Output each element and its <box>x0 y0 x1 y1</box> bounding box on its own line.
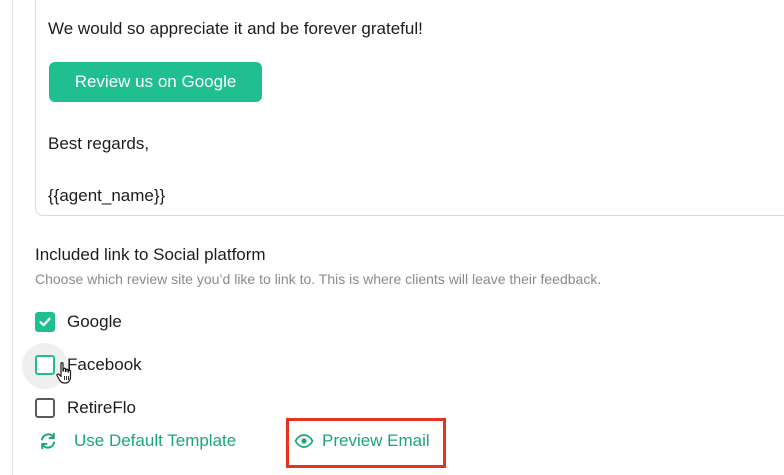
use-default-template-label: Use Default Template <box>74 431 237 450</box>
appreciation-text: We would so appreciate it and be forever… <box>48 19 423 38</box>
facebook-label: Facebook <box>67 355 142 374</box>
review-on-google-button[interactable]: Review us on Google <box>49 62 262 102</box>
hand-pointer-cursor-icon <box>56 362 72 384</box>
google-checkbox[interactable] <box>35 312 55 332</box>
facebook-checkbox[interactable] <box>35 355 55 375</box>
refresh-icon <box>41 432 55 450</box>
left-divider <box>12 0 13 475</box>
agent-name-placeholder: {{agent_name}} <box>48 186 166 205</box>
option-facebook[interactable]: Facebook <box>35 355 142 375</box>
social-section-subtitle: Choose which review site you’d like to l… <box>35 271 602 287</box>
retireflo-checkbox[interactable] <box>35 398 55 418</box>
option-retireflo[interactable]: RetireFlo <box>35 398 136 418</box>
use-default-template-link[interactable]: Use Default Template <box>38 431 236 451</box>
preview-email-highlight <box>286 418 446 468</box>
signoff-text: Best regards, <box>48 134 150 153</box>
social-section-title: Included link to Social platform <box>35 245 266 264</box>
option-google[interactable]: Google <box>35 312 122 332</box>
retireflo-label: RetireFlo <box>67 398 136 417</box>
google-label: Google <box>67 312 122 331</box>
checkmark-icon <box>39 317 51 327</box>
